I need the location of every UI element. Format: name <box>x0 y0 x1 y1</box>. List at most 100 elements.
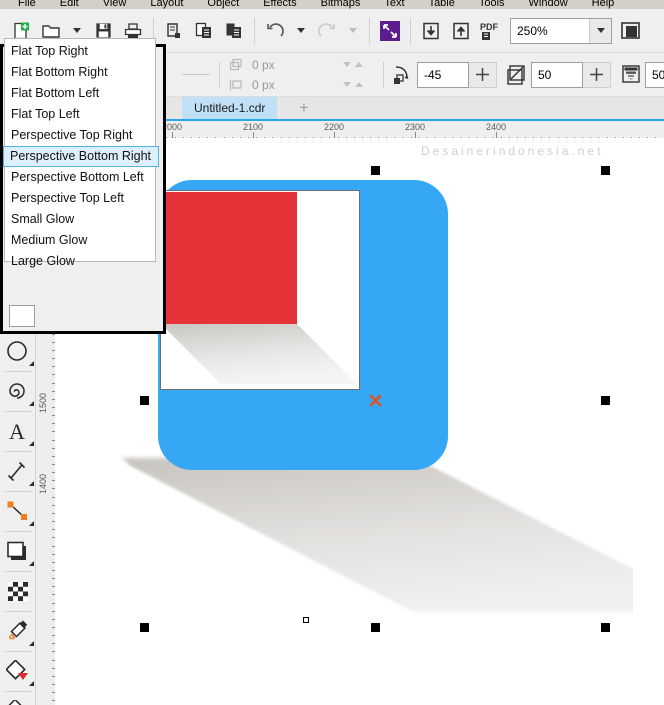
shadow-fade-button[interactable] <box>617 61 645 89</box>
flyout-arrow-icon <box>29 481 34 486</box>
presets-dropdown-list[interactable]: Flat Top Right Flat Bottom Right Flat Bo… <box>3 38 159 268</box>
preset-item-perspective-bottom-left[interactable]: Perspective Bottom Left <box>5 167 155 188</box>
toolbox-ellipse-tool[interactable] <box>0 335 36 368</box>
red-square[interactable] <box>162 192 297 325</box>
menu-item-edit[interactable]: Edit <box>48 0 91 9</box>
menu-item-file[interactable]: File <box>6 0 48 9</box>
redo-button[interactable] <box>312 16 342 46</box>
export-button[interactable] <box>446 16 476 46</box>
paste-button[interactable] <box>219 16 249 46</box>
shadow-offset-x-input[interactable]: 0 px <box>247 55 339 74</box>
coreldraw-window: File Edit View Layout Object Effects Bit… <box>0 0 664 705</box>
zoom-level-dropdown-button[interactable] <box>589 18 611 43</box>
toolbox-interactive-fill-tool[interactable] <box>0 695 36 705</box>
selection-handle-middle-right[interactable] <box>601 396 610 405</box>
import-button[interactable] <box>416 16 446 46</box>
add-document-tab-button[interactable]: + <box>290 97 318 119</box>
vruler-label: 1400 <box>38 473 48 494</box>
toolbar-separator <box>254 17 255 44</box>
toolbox-polygon-spiral-tool[interactable] <box>0 375 36 408</box>
redo-dropdown-button[interactable] <box>342 16 364 46</box>
selection-handle-top-center[interactable] <box>371 166 380 175</box>
selection-handle-top-right[interactable] <box>601 166 610 175</box>
nudge-vertical-icon <box>225 78 247 92</box>
preset-item-flat-top-right[interactable]: Flat Top Right <box>5 41 155 62</box>
flyout-arrow-icon <box>29 441 34 446</box>
menu-item-layout[interactable]: Layout <box>138 0 195 9</box>
preset-item-flat-bottom-left[interactable]: Flat Bottom Left <box>5 83 155 104</box>
zoom-level-combobox[interactable]: 250% <box>510 17 612 44</box>
shadow-stretch-plus-button[interactable] <box>583 61 611 88</box>
cut-button[interactable] <box>159 16 189 46</box>
menu-item-table-label: Table <box>428 0 455 9</box>
toolbox-fill-tool[interactable] <box>0 655 36 688</box>
undo-dropdown-button[interactable] <box>290 16 312 46</box>
ellipse-icon <box>7 340 27 361</box>
preset-item-medium-glow[interactable]: Medium Glow <box>5 230 155 251</box>
copy-button[interactable] <box>189 16 219 46</box>
menu-item-object-label: Object <box>207 0 240 9</box>
fullscreen-preview-icon <box>380 20 400 41</box>
shadow-offset-x-row[interactable]: 0 px <box>225 55 367 75</box>
shadow-angle-button[interactable] <box>389 61 417 89</box>
shadow-offset-y-spinner[interactable] <box>339 82 367 87</box>
menu-item-window[interactable]: Window <box>517 0 580 9</box>
shadow-stretch-input[interactable]: 50 <box>531 61 583 88</box>
preset-item-perspective-top-right[interactable]: Perspective Top Right <box>5 125 155 146</box>
selection-handle-bottom-center[interactable] <box>371 623 380 632</box>
menu-item-object[interactable]: Object <box>195 0 251 9</box>
shadow-angle-plus-button[interactable] <box>469 61 497 88</box>
shadow-center-x-icon[interactable] <box>369 394 383 408</box>
menu-item-effects[interactable]: Effects <box>251 0 308 9</box>
toolbox-connector-tool[interactable] <box>0 495 36 528</box>
property-bar-separator <box>219 61 220 88</box>
selection-handle-middle-left[interactable] <box>140 396 149 405</box>
preset-item-large-glow[interactable]: Large Glow <box>5 251 155 272</box>
eyedropper-icon <box>9 619 28 639</box>
preset-item-flat-bottom-right[interactable]: Flat Bottom Right <box>5 62 155 83</box>
toolbox-eyedropper-tool[interactable] <box>0 615 36 648</box>
selection-handle-bottom-left[interactable] <box>140 623 149 632</box>
preset-item-perspective-bottom-right[interactable]: Perspective Bottom Right <box>3 146 159 167</box>
toolbox-text-tool[interactable]: A <box>0 415 36 448</box>
zoom-levels-button[interactable] <box>616 16 646 46</box>
chevron-down-icon <box>349 28 357 33</box>
fullscreen-preview-button[interactable] <box>375 16 405 46</box>
menu-item-tools[interactable]: Tools <box>467 0 517 9</box>
shadow-offset-y-input[interactable]: 0 px <box>247 75 339 94</box>
menu-item-table[interactable]: Table <box>417 0 467 9</box>
shadow-stretch-icon <box>507 64 525 85</box>
flyout-arrow-icon <box>29 561 34 566</box>
toolbox-transparency-tool[interactable] <box>0 575 36 608</box>
document-tab-untitled-1[interactable]: Untitled-1.cdr <box>182 97 278 119</box>
shadow-offset-y-row[interactable]: 0 px <box>225 75 367 95</box>
shadow-angle-input[interactable]: -45 <box>417 61 469 88</box>
undo-button[interactable] <box>260 16 290 46</box>
preset-item-flat-top-left[interactable]: Flat Top Left <box>5 104 155 125</box>
preset-item-small-glow[interactable]: Small Glow <box>5 209 155 230</box>
flyout-arrow-icon <box>29 641 34 646</box>
selection-handle-bottom-right[interactable] <box>601 623 610 632</box>
white-arc-shape <box>370 288 411 370</box>
watermark-text: Desainerindonesia.net <box>421 144 604 158</box>
transparency-checker-icon <box>7 582 28 601</box>
menu-item-help[interactable]: Help <box>580 0 627 9</box>
menu-item-edit-label: Edit <box>59 0 79 9</box>
preset-item-perspective-top-left[interactable]: Perspective Top Left <box>5 188 155 209</box>
export-arrow-up-icon <box>453 22 469 39</box>
nudge-horizontal-icon <box>225 58 247 72</box>
connector-line-icon <box>7 501 27 520</box>
shadow-stretch-button[interactable] <box>503 61 531 89</box>
menu-item-layout-label: Layout <box>150 0 184 9</box>
text-a-icon: A <box>9 420 25 444</box>
toolbox-drop-shadow-tool[interactable] <box>0 535 36 568</box>
shadow-offset-x-spinner[interactable] <box>339 62 367 67</box>
shadow-offset-handle-end[interactable] <box>303 617 309 623</box>
publish-pdf-button[interactable]: PDF <box>476 16 506 46</box>
menu-item-bitmaps[interactable]: Bitmaps <box>309 0 373 9</box>
menu-item-view[interactable]: View <box>91 0 139 9</box>
menu-item-text[interactable]: Text <box>372 0 416 9</box>
shadow-fade-input[interactable]: 50 <box>645 61 664 88</box>
toolbox-dimension-tool[interactable] <box>0 455 36 488</box>
docker-footer-button[interactable] <box>9 305 35 327</box>
